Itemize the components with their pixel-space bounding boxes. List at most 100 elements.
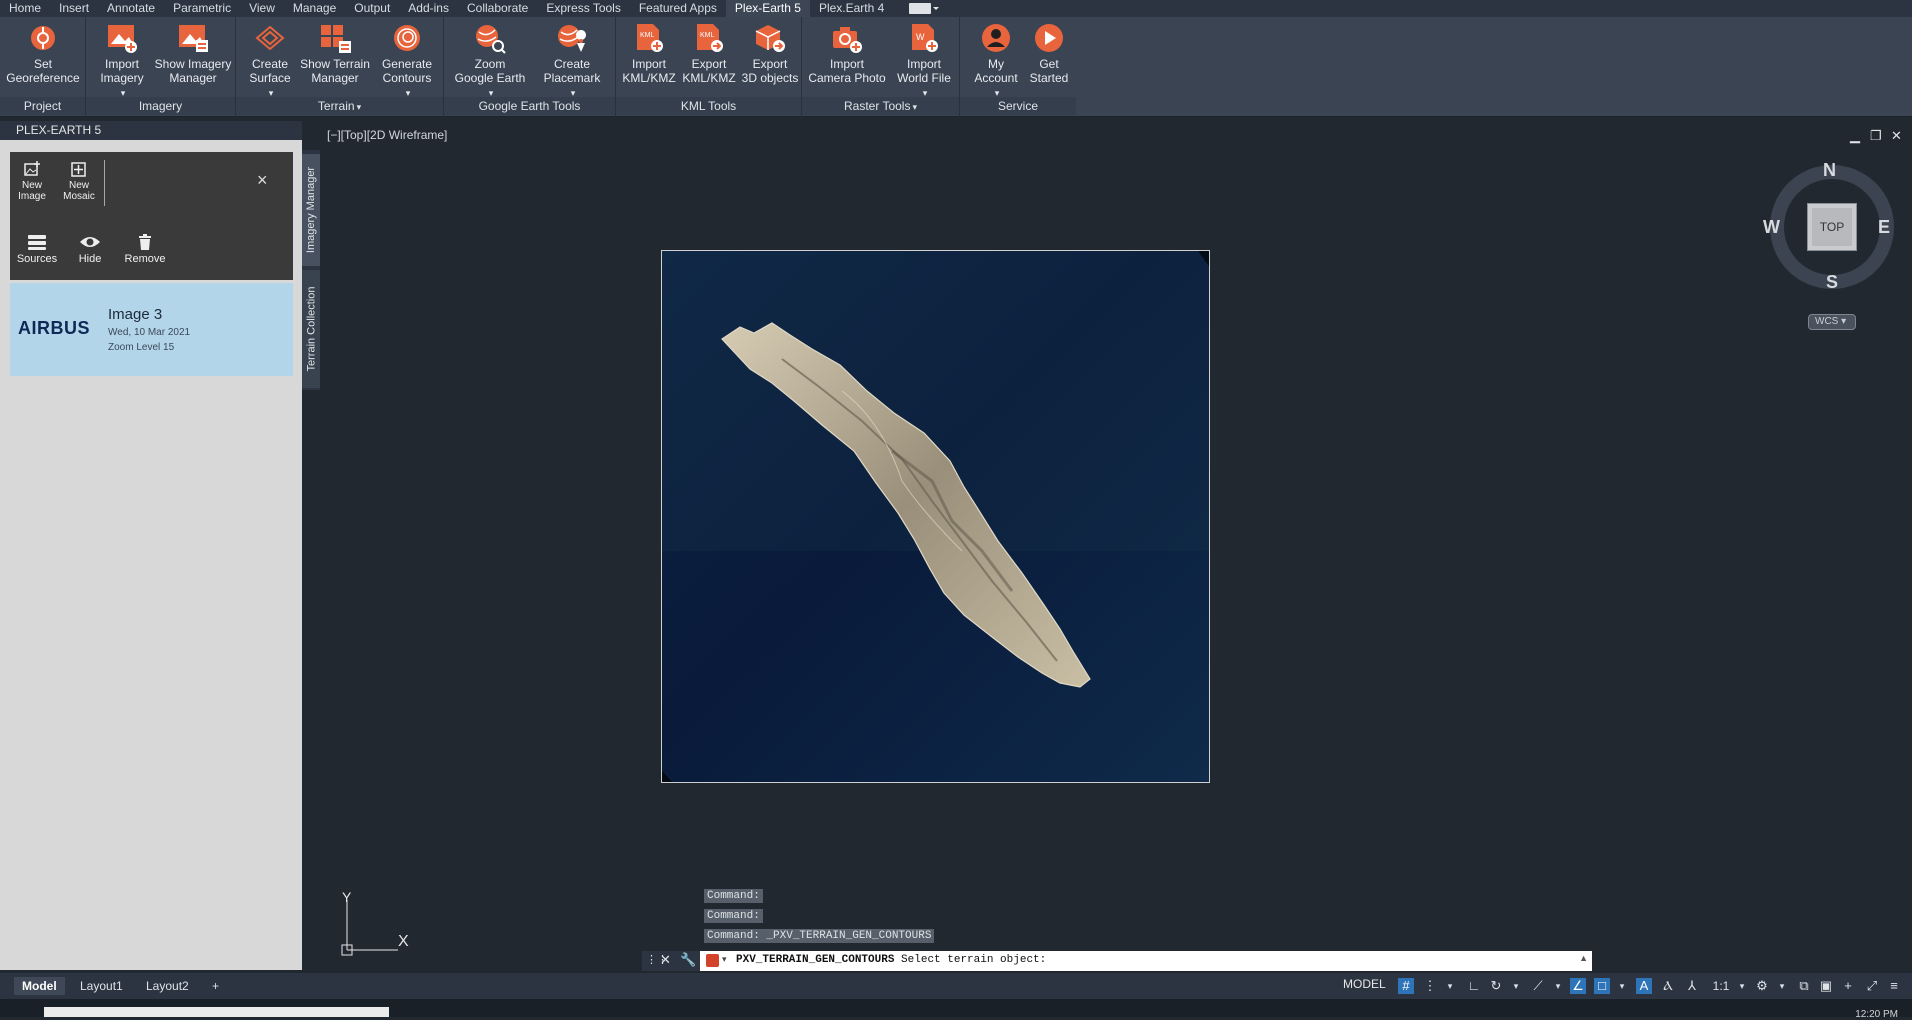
annotation-scale-value[interactable]: 1:1 — [1708, 978, 1734, 994]
scale-dropdown-icon[interactable]: ▾ — [1734, 978, 1750, 994]
units-icon[interactable]: + — [1840, 978, 1856, 994]
isolate-objects-icon[interactable]: ▣ — [1818, 978, 1834, 994]
toolbar-separator — [104, 160, 105, 206]
isodraft-dropdown-icon[interactable]: ▾ — [1550, 978, 1566, 994]
command-close-icon[interactable]: ✕ — [660, 952, 671, 968]
import-imagery-button[interactable]: Import Imagery — [94, 21, 150, 100]
wcs-dropdown[interactable]: WCS ▾ — [1808, 314, 1856, 330]
annotation-scale-icon[interactable]: ⅄ — [1684, 978, 1700, 994]
viewport-controls-label[interactable]: [−][Top][2D Wireframe] — [327, 128, 447, 142]
snap-dropdown-icon[interactable]: ▾ — [1442, 978, 1458, 994]
annotation-monitor-icon[interactable]: ⧉ — [1796, 978, 1812, 994]
vtab-terrain-collection[interactable]: Terrain Collection — [302, 270, 320, 388]
customize-wrench-icon[interactable]: 🔧 — [680, 952, 696, 968]
sources-icon — [14, 231, 60, 253]
compass-west[interactable]: W — [1763, 217, 1780, 238]
tab-annotate[interactable]: Annotate — [98, 0, 164, 17]
tab-plex-earth-4[interactable]: Plex.Earth 4 — [810, 0, 893, 17]
workspace-dropdown-icon[interactable]: ▾ — [1774, 978, 1790, 994]
viewport-restore-icon[interactable]: ❐ — [1870, 128, 1882, 144]
snap-icon[interactable]: ⋮ — [1422, 978, 1438, 994]
command-scroll-up-icon[interactable]: ▲ — [1579, 953, 1588, 963]
terrain-manager-icon — [317, 21, 353, 55]
plex-earth-command-icon — [706, 954, 719, 967]
sources-button[interactable]: Sources — [14, 231, 60, 265]
tab-output[interactable]: Output — [345, 0, 399, 17]
ribbon-minimize-toggle[interactable] — [909, 3, 940, 14]
import-imagery-icon — [104, 21, 140, 55]
panel-terrain: Create Surface Show Terrain Manager Gene… — [236, 17, 444, 117]
tab-insert[interactable]: Insert — [50, 0, 98, 17]
my-account-button[interactable]: My Account — [968, 21, 1024, 100]
ortho-icon[interactable]: ∟ — [1466, 978, 1482, 994]
viewport-minimize-icon[interactable]: ▁ — [1850, 128, 1860, 144]
command-line-input[interactable]: ▾ PXV_TERRAIN_GEN_CONTOURS Select terrai… — [700, 951, 1592, 971]
layout-tab-layout2[interactable]: Layout2 — [138, 977, 197, 995]
get-started-button[interactable]: Get Started — [1026, 21, 1072, 85]
isodraft-icon[interactable]: ⟋ — [1530, 978, 1546, 994]
compass-north[interactable]: N — [1823, 160, 1836, 181]
raster-panel-title[interactable]: Raster Tools — [802, 97, 959, 115]
import-camera-photo-button[interactable]: Import Camera Photo — [806, 21, 888, 85]
export-3d-objects-button[interactable]: Export 3D objects — [740, 21, 800, 85]
tab-view[interactable]: View — [240, 0, 284, 17]
polar-dropdown-icon[interactable]: ▾ — [1508, 978, 1524, 994]
model-space-toggle[interactable]: MODEL — [1343, 977, 1386, 991]
export-kml-button[interactable]: KML Export KML/KMZ — [680, 21, 738, 85]
annotation-visibility-icon[interactable]: A — [1636, 978, 1652, 994]
ribbon: Set Georeference Project Import Imagery … — [0, 17, 1912, 117]
viewcube-top-face[interactable]: TOP — [1807, 203, 1857, 251]
satellite-image[interactable] — [661, 250, 1210, 783]
tab-express-tools[interactable]: Express Tools — [537, 0, 629, 17]
object-snap-icon[interactable]: □ — [1594, 978, 1610, 994]
show-terrain-manager-button[interactable]: Show Terrain Manager — [300, 21, 370, 85]
customization-menu-icon[interactable]: ≡ — [1886, 978, 1902, 994]
osnap-dropdown-icon[interactable]: ▾ — [1614, 978, 1630, 994]
add-layout-button[interactable]: + — [204, 977, 227, 995]
workspace-gear-icon[interactable]: ⚙ — [1754, 978, 1770, 994]
image-zoom-level: Zoom Level 15 — [108, 342, 175, 353]
panel-imagery: Import Imagery Show Imagery Manager Imag… — [86, 17, 236, 117]
ucs-x-label: X — [398, 933, 409, 950]
viewport-close-icon[interactable]: ✕ — [1891, 128, 1902, 144]
zoom-google-earth-button[interactable]: Zoom Google Earth — [452, 21, 528, 100]
command-history-dropdown-icon[interactable]: ▾ — [722, 954, 727, 965]
show-imagery-manager-button[interactable]: Show Imagery Manager — [152, 21, 234, 85]
layout-tab-layout1[interactable]: Layout1 — [72, 977, 131, 995]
compass-east[interactable]: E — [1878, 217, 1890, 238]
layout-tab-model[interactable]: Model — [14, 977, 65, 995]
generate-contours-button[interactable]: Generate Contours — [372, 21, 442, 100]
new-mosaic-button[interactable]: New Mosaic — [60, 158, 98, 202]
polar-icon[interactable]: ↻ — [1488, 978, 1504, 994]
svg-text:KML: KML — [640, 32, 655, 39]
fullscreen-icon[interactable]: ⤢ — [1864, 978, 1880, 994]
remove-button[interactable]: Remove — [120, 231, 170, 265]
palette-title: PLEX-EARTH 5 — [0, 121, 302, 140]
palette-close-icon[interactable]: × — [257, 170, 268, 191]
imagery-manager-icon — [175, 21, 211, 55]
compass-south[interactable]: S — [1826, 272, 1838, 293]
import-kml-button[interactable]: KML Import KML/KMZ — [620, 21, 678, 85]
tab-manage[interactable]: Manage — [284, 0, 345, 17]
object-snap-tracking-icon[interactable]: ∠ — [1570, 978, 1586, 994]
set-georeference-button[interactable]: Set Georeference — [4, 21, 82, 85]
taskbar-search-box[interactable] — [44, 1007, 389, 1017]
tab-parametric[interactable]: Parametric — [164, 0, 240, 17]
vtab-imagery-manager[interactable]: Imagery Manager — [302, 154, 320, 266]
autoscale-icon[interactable]: Ⲁ — [1660, 978, 1676, 994]
eye-icon — [72, 231, 108, 253]
command-history-line: Command: — [704, 889, 763, 903]
tab-plex-earth-5[interactable]: Plex-Earth 5 — [725, 0, 810, 17]
hide-button[interactable]: Hide — [72, 231, 108, 265]
new-image-button[interactable]: New Image — [14, 158, 50, 202]
ucs-y-label: Y — [342, 889, 352, 905]
terrain-panel-title[interactable]: Terrain — [236, 97, 443, 115]
tab-featured-apps[interactable]: Featured Apps — [630, 0, 726, 17]
tab-add-ins[interactable]: Add-ins — [399, 0, 458, 17]
create-placemark-button[interactable]: Create Placemark — [534, 21, 610, 100]
grid-icon[interactable]: # — [1398, 978, 1414, 994]
tab-collaborate[interactable]: Collaborate — [458, 0, 537, 17]
import-world-file-button[interactable]: W Import World File — [892, 21, 956, 100]
tab-home[interactable]: Home — [0, 0, 50, 17]
create-surface-button[interactable]: Create Surface — [242, 21, 298, 100]
